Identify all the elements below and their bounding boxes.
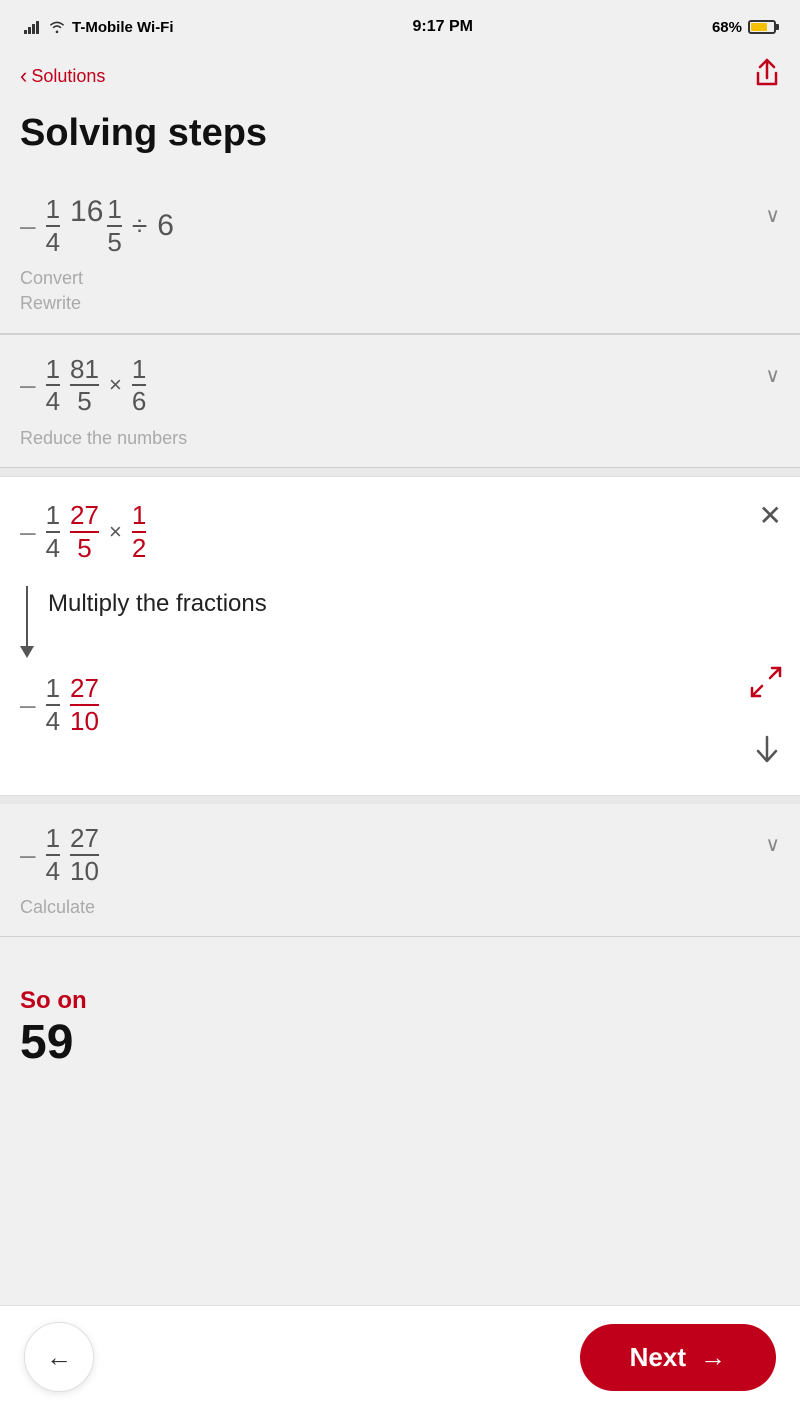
next-button[interactable]: Next → [580,1324,776,1391]
solution-value: 59 [20,1015,780,1070]
div-sign-1: ÷ [132,210,147,242]
num-6-step1: 6 [157,209,174,243]
bottom-navigation: ← Next → [0,1305,800,1422]
neg-sign-3: – [20,516,36,548]
frac-1-6-step2: 1 6 [132,355,146,416]
neg-sign-4: – [20,839,36,871]
frac-1-5-step1: 1 5 [107,195,121,256]
battery-icon [748,20,776,34]
step-4-chevron-icon: ∨ [765,832,780,857]
frac-1-4-step3: 1 4 [46,501,60,562]
neg-sign-3-result: – [20,689,36,721]
back-solutions-button[interactable]: ‹ Solutions [20,63,105,89]
back-arrow-icon: ← [46,1342,72,1373]
share-button[interactable] [754,58,780,94]
solution-label: So on [20,987,780,1015]
step-4-desc: Calculate [20,895,780,920]
wifi-icon [48,20,66,34]
download-arrow-icon [752,735,782,767]
neg-sign-1: – [20,210,36,242]
step-2-desc: Reduce the numbers [20,426,780,451]
nav-bar: ‹ Solutions [0,50,800,102]
times-sign-2: × [109,372,122,398]
step-3-close-icon[interactable]: ✕ [759,499,782,532]
step-2-card[interactable]: – 1 4 81 5 × 1 6 Reduce the numbers ∨ [0,335,800,468]
back-chevron-icon: ‹ [20,63,27,89]
mixed-16-1-5: 16 1 5 [70,195,122,256]
expand-icon[interactable] [750,666,782,705]
back-label: Solutions [31,66,105,87]
step-4-card[interactable]: – 1 4 27 10 Calculate ∨ [0,804,800,937]
share-icon [754,58,780,88]
step-1-desc: Convert Rewrite [20,266,780,316]
status-time: 9:17 PM [413,18,473,36]
frac-1-4-result: 1 4 [46,674,60,735]
frac-81-5-step2: 81 5 [70,355,99,416]
step-1-desc-convert: Convert [20,268,83,288]
step-3-text: Multiply the fractions [48,582,267,618]
step-3-card: ✕ – 1 4 27 5 × 1 2 Multiply the fraction… [0,476,800,796]
signal-icon [24,20,42,34]
frac-1-2-step3: 1 2 [132,501,146,562]
status-carrier: T-Mobile Wi-Fi [24,19,174,36]
back-button[interactable]: ← [24,1322,94,1392]
next-label: Next [630,1342,686,1373]
step-4-expr: – 1 4 27 10 [20,824,780,885]
frac-27-5-step3: 27 5 [70,501,99,562]
step-1-card[interactable]: – 1 4 16 1 5 ÷ 6 Convert Rewrite ∨ [0,175,800,334]
step-1-expr: – 1 4 16 1 5 ÷ 6 [20,195,780,256]
frac-1-4-step2: 1 4 [46,355,60,416]
neg-sign-2: – [20,369,36,401]
step-2-chevron-icon: ∨ [765,363,780,388]
bottom-solution-section: So on 59 [0,937,800,1150]
down-arrow-icon [20,582,34,658]
step-2-expr: – 1 4 81 5 × 1 6 [20,355,780,416]
next-arrow-icon: → [700,1342,726,1373]
battery-percent: 68% [712,19,742,36]
step-3-result-expr: – 1 4 27 10 [20,674,780,735]
frac-1-4-step1: 1 4 [46,195,60,256]
section-gap-2 [0,796,800,804]
frac-1-4-step4: 1 4 [46,824,60,885]
step-1-desc-rewrite: Rewrite [20,293,81,313]
step-1-chevron-icon: ∨ [765,203,780,228]
download-icon[interactable] [752,735,782,775]
frac-27-10-step4: 27 10 [70,824,99,885]
page-title: Solving steps [0,102,800,175]
frac-27-10-result: 27 10 [70,674,99,735]
step-3-top-expr: – 1 4 27 5 × 1 2 [20,501,780,562]
status-battery: 68% [712,19,776,36]
expand-arrows-icon [750,666,782,698]
section-gap-1 [0,468,800,476]
status-bar: T-Mobile Wi-Fi 9:17 PM 68% [0,0,800,50]
step-3-arrow-container: Multiply the fractions [20,582,780,658]
carrier-text: T-Mobile Wi-Fi [72,19,174,36]
times-sign-3: × [109,519,122,545]
